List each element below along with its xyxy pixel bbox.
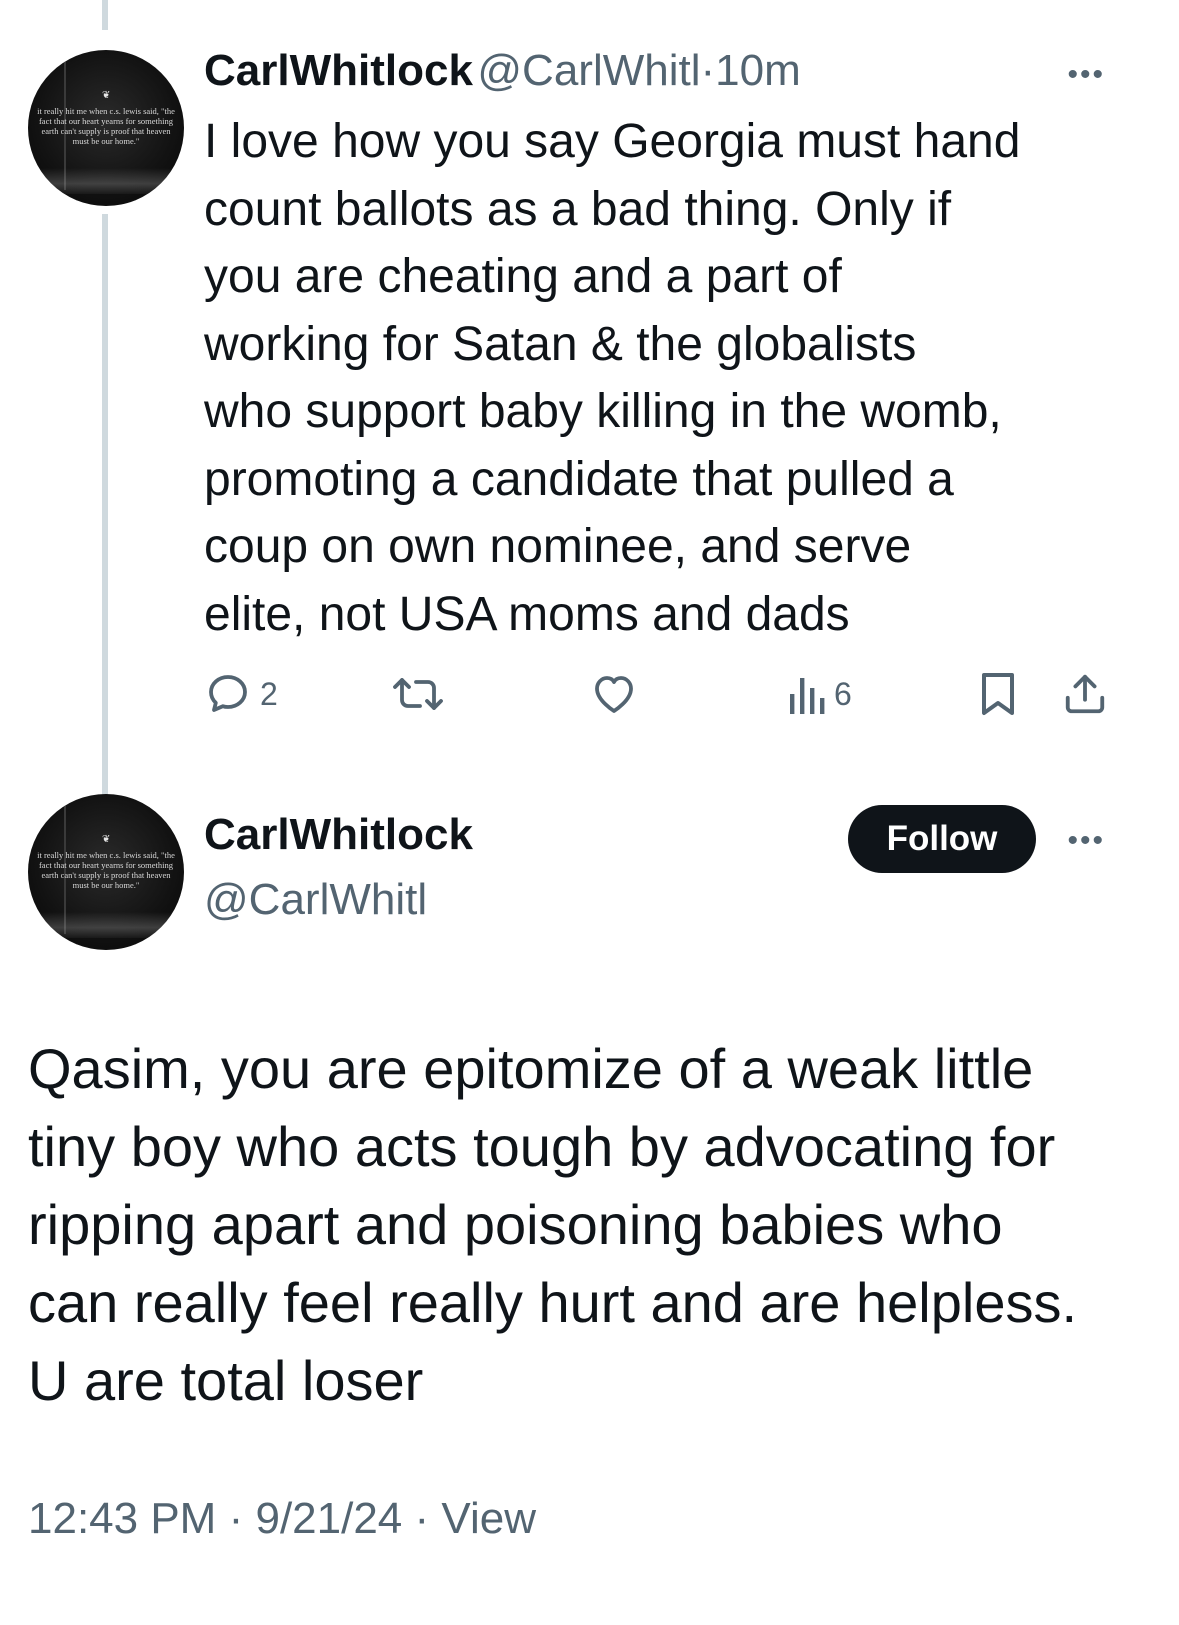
reply-count: 2 (260, 675, 278, 712)
tweet-text: I love how you say Georgia must hand cou… (204, 115, 1021, 641)
view-link[interactable]: View (441, 1494, 536, 1543)
more-icon[interactable]: ••• (1067, 826, 1105, 856)
handle[interactable]: @CarlWhitl (477, 46, 700, 95)
avatar-quote: it really hit me when c.s. lewis said, "… (37, 106, 175, 146)
heart-icon (595, 676, 633, 713)
avatar-quote: it really hit me when c.s. lewis said, "… (37, 850, 175, 890)
bird-icon: ❦ (102, 90, 111, 101)
avatar-fog (38, 168, 174, 194)
views-icon (790, 678, 825, 714)
avatar[interactable]: ❦ it really hit me when c.s. lewis said,… (28, 50, 184, 206)
tweet-actions: 2 6 (0, 670, 1179, 724)
display-name[interactable]: CarlWhitlock (204, 46, 473, 95)
tweet-time[interactable]: 12:43 PM (28, 1494, 216, 1543)
repost-button[interactable] (392, 670, 452, 718)
views-count: 6 (834, 675, 852, 712)
timestamp[interactable]: 10m (715, 46, 801, 95)
handle[interactable]: @CarlWhitl (204, 875, 427, 925)
tweet-meta: 12:43 PM · 9/21/24 · View (28, 1494, 536, 1544)
reply-button[interactable]: 2 (204, 670, 278, 718)
separator: · (414, 1494, 430, 1543)
bookmark-button[interactable] (978, 670, 1018, 718)
separator: · (228, 1494, 244, 1543)
tweet-date[interactable]: 9/21/24 (255, 1494, 402, 1543)
like-button[interactable] (590, 670, 646, 718)
reply-icon (209, 675, 247, 712)
bookmark-icon (982, 673, 1014, 715)
tweet-header: CarlWhitlock @CarlWhitl·10m (204, 46, 801, 96)
separator: · (700, 46, 716, 95)
share-icon (1065, 674, 1105, 714)
avatar-fog (38, 912, 174, 938)
display-name[interactable]: CarlWhitlock (204, 810, 473, 860)
thread-line-top (102, 0, 108, 30)
follow-button[interactable]: Follow (848, 805, 1036, 873)
share-button[interactable] (1062, 670, 1108, 718)
views-button[interactable]: 6 (786, 670, 852, 718)
more-icon[interactable]: ••• (1067, 60, 1105, 90)
bird-icon: ❦ (102, 834, 111, 845)
avatar[interactable]: ❦ it really hit me when c.s. lewis said,… (28, 794, 184, 950)
tweet-text: Qasim, you are epitomize of a weak littl… (28, 1037, 1078, 1412)
repost-icon (393, 678, 443, 710)
